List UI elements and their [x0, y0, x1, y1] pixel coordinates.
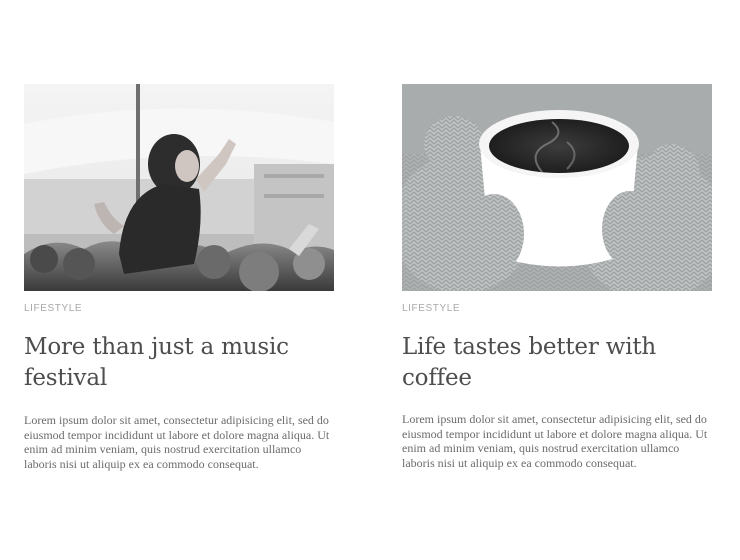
post-excerpt: Lorem ipsum dolor sit amet, consectetur …: [24, 413, 330, 471]
post-category-link[interactable]: LIFESTYLE: [402, 303, 712, 314]
post-card-music-festival: LIFESTYLE More than just a music festiva…: [24, 84, 334, 471]
blog-post-grid: LIFESTYLE More than just a music festiva…: [0, 0, 740, 560]
post-title[interactable]: Life tastes better with coffee: [402, 332, 712, 394]
post-image-link[interactable]: [402, 84, 712, 291]
post-image-link[interactable]: [24, 84, 334, 291]
post-card-coffee: LIFESTYLE Life tastes better with coffee…: [402, 84, 712, 470]
coffee-cup-photo: [402, 84, 712, 291]
post-category-link[interactable]: LIFESTYLE: [24, 303, 334, 314]
concert-crowd-photo: [24, 84, 334, 291]
post-excerpt: Lorem ipsum dolor sit amet, consectetur …: [402, 412, 708, 470]
post-title[interactable]: More than just a music festival: [24, 332, 334, 394]
